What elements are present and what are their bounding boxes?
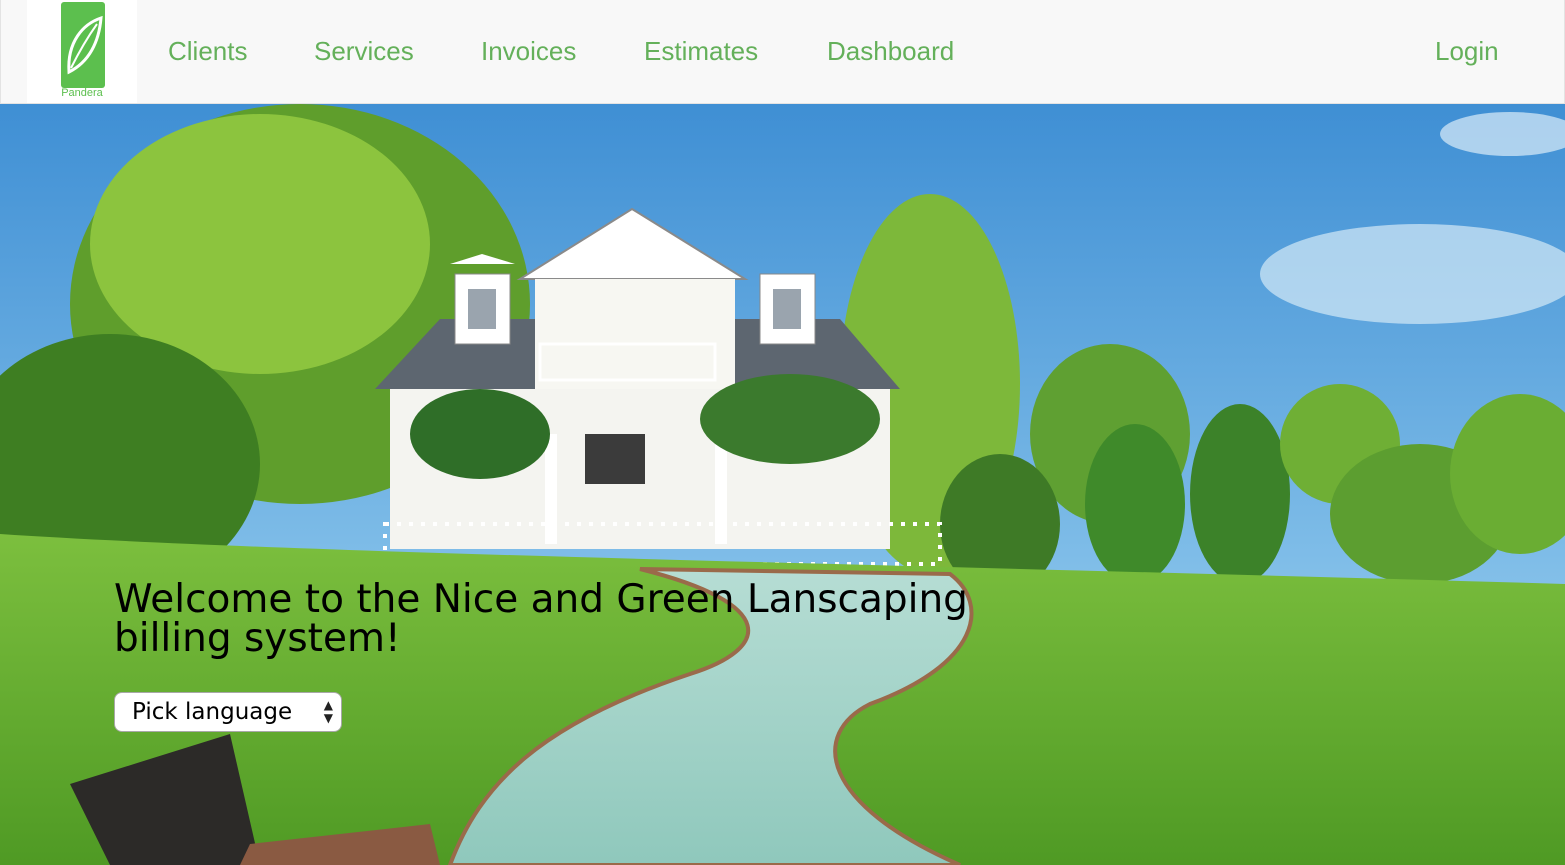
top-navbar: Pandera Clients Services Invoices Estima… xyxy=(0,0,1565,104)
language-select[interactable]: Pick language ▲ ▼ xyxy=(114,692,342,732)
nav-link-dashboard[interactable]: Dashboard xyxy=(827,36,954,66)
brand-logo[interactable]: Pandera xyxy=(27,0,137,103)
select-arrows-icon: ▲ ▼ xyxy=(323,698,333,725)
nav-link-invoices[interactable]: Invoices xyxy=(481,36,576,66)
nav-link-clients[interactable]: Clients xyxy=(168,36,247,66)
hero-background-image xyxy=(0,104,1565,865)
language-select-value: Pick language xyxy=(132,699,293,725)
nav-link-estimates[interactable]: Estimates xyxy=(644,36,758,66)
brand-name: Pandera xyxy=(61,87,103,99)
nav-link-services[interactable]: Services xyxy=(314,36,414,66)
leaf-icon xyxy=(61,2,105,88)
welcome-heading: Welcome to the Nice and Green Lanscaping… xyxy=(114,577,968,661)
hero-banner: Welcome to the Nice and Green Lanscaping… xyxy=(0,104,1565,865)
nav-link-login[interactable]: Login xyxy=(1435,36,1499,66)
